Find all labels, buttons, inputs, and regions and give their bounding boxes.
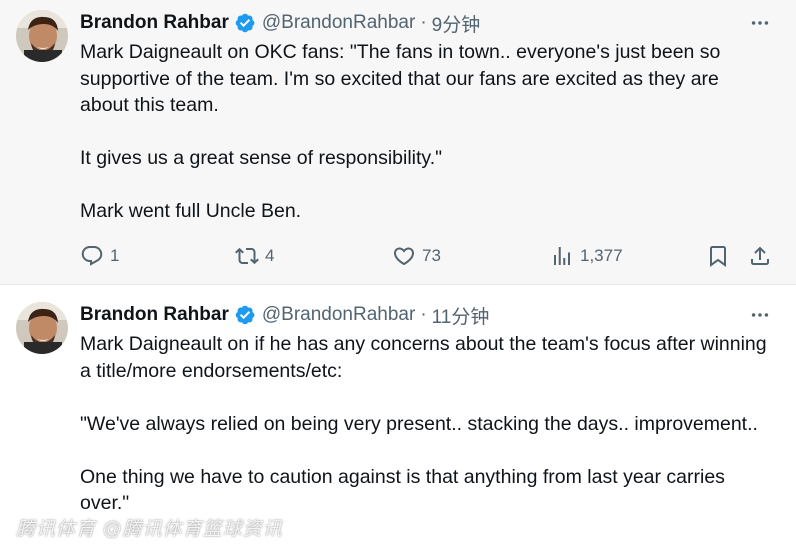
more-icon[interactable] (748, 303, 772, 327)
avatar[interactable] (16, 302, 68, 354)
tweet-text: Mark Daigneault on if he has any concern… (80, 331, 770, 517)
display-name[interactable]: Brandon Rahbar (80, 12, 229, 34)
tweet-paragraph: "We've always relied on being very prese… (80, 412, 758, 435)
watermark: 腾讯体育 @腾讯体育篮球资讯 (16, 519, 283, 540)
reply-count: 1 (110, 246, 120, 265)
bookmark-button[interactable] (706, 240, 730, 272)
verified-badge-icon (234, 304, 256, 326)
timestamp[interactable]: 11分钟 (432, 302, 490, 329)
tweet-paragraph: It gives us a great sense of responsibil… (80, 147, 443, 169)
handle[interactable]: @BrandonRahbar (262, 304, 415, 326)
avatar[interactable] (16, 10, 68, 62)
tweet-actions: 1 4 73 1,377 (80, 240, 780, 272)
separator: · (420, 12, 427, 33)
bookmark-icon (710, 246, 726, 267)
avatar-photo (16, 10, 68, 62)
tweet-header: Brandon Rahbar @BrandonRahbar · 9分钟 (80, 10, 480, 36)
share-icon (751, 246, 769, 265)
timestamp[interactable]: 9分钟 (432, 10, 481, 37)
tweet-paragraph: Mark Daigneault on OKC fans: "The fans i… (80, 41, 721, 116)
tweet-paragraph: Mark went full Uncle Ben. (80, 200, 302, 222)
views-count: 1,377 (580, 246, 623, 265)
handle[interactable]: @BrandonRahbar (262, 12, 415, 34)
tweet-header: Brandon Rahbar @BrandonRahbar · 11分钟 (80, 302, 489, 328)
views-button[interactable]: 1,377 (550, 240, 623, 272)
reply-icon (81, 246, 103, 266)
tweet-paragraph: Mark Daigneault on if he has any concern… (80, 333, 767, 382)
like-button[interactable]: 73 (392, 240, 441, 272)
repost-icon (235, 247, 259, 265)
tweet-paragraph: One thing we have to caution against is … (80, 465, 725, 515)
tweet-text: Mark Daigneault on OKC fans: "The fans i… (80, 39, 770, 225)
tweet[interactable]: Brandon Rahbar @BrandonRahbar · 9分钟 Mark… (0, 0, 796, 285)
reply-button[interactable]: 1 (80, 240, 119, 272)
views-icon (554, 247, 570, 265)
separator: · (420, 304, 427, 325)
repost-button[interactable]: 4 (235, 240, 274, 272)
repost-count: 4 (265, 246, 275, 265)
display-name[interactable]: Brandon Rahbar (80, 304, 229, 326)
verified-badge-icon (234, 12, 256, 34)
like-count: 73 (422, 246, 441, 265)
share-button[interactable] (748, 240, 772, 272)
avatar-photo (16, 302, 68, 354)
like-icon (393, 247, 415, 266)
more-icon[interactable] (748, 11, 772, 35)
